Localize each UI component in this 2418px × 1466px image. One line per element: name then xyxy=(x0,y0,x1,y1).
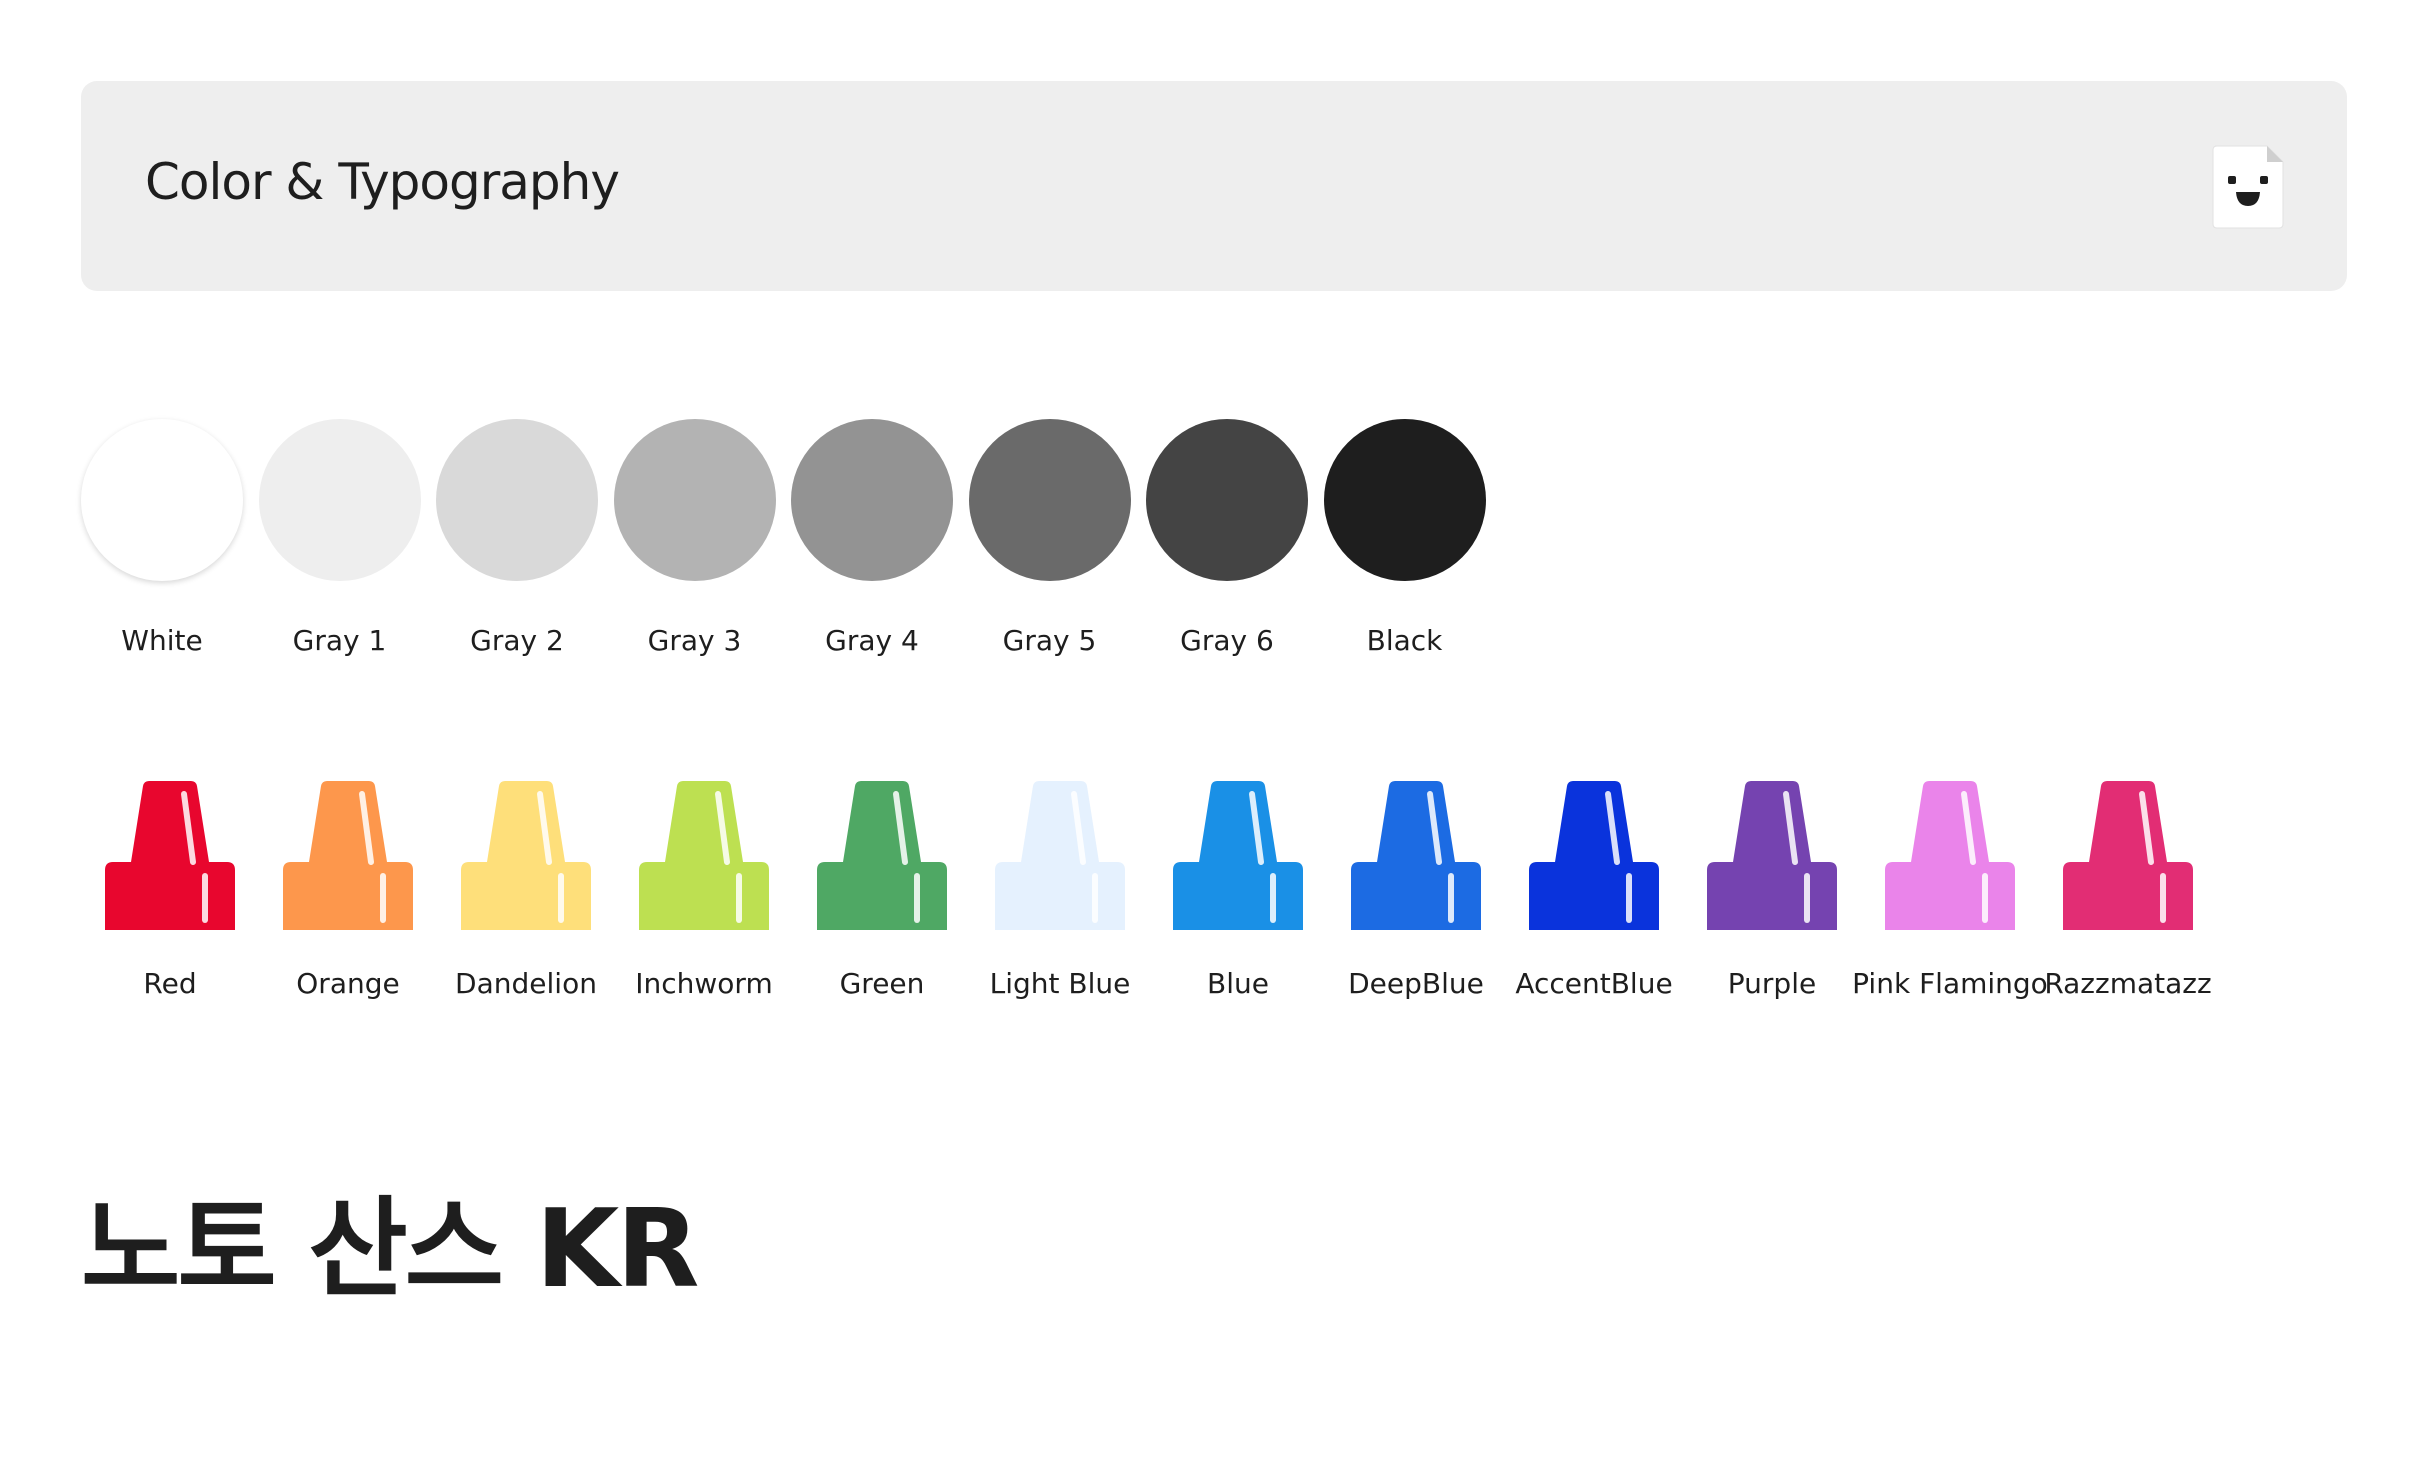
crayon-red[interactable]: Red xyxy=(81,780,259,1070)
swatch-gray-4[interactable]: Gray 4 xyxy=(791,419,953,659)
swatch-label: Black xyxy=(1366,624,1443,657)
smiling-document-icon[interactable] xyxy=(2211,144,2285,230)
crayon-icon xyxy=(1351,781,1481,930)
swatch-white[interactable]: White xyxy=(81,419,243,659)
crayon-purple[interactable]: Purple xyxy=(1683,780,1861,1070)
swatch-gray-1[interactable]: Gray 1 xyxy=(258,419,421,659)
crayon-icon xyxy=(1529,781,1659,930)
crayon-label: DeepBlue xyxy=(1348,967,1484,1000)
crayon-label: Dandelion xyxy=(455,967,597,1000)
crayon-icon xyxy=(1707,781,1837,930)
page-title: Color & Typography xyxy=(145,153,620,211)
crayon-deepblue[interactable]: DeepBlue xyxy=(1327,780,1505,1070)
crayon-label: AccentBlue xyxy=(1515,967,1673,1000)
swatch-gray-6[interactable]: Gray 6 xyxy=(1146,419,1308,659)
crayon-label: Green xyxy=(839,967,925,1000)
swatch-circle xyxy=(258,419,421,581)
crayon-orange[interactable]: Orange xyxy=(259,780,437,1070)
crayon-icon xyxy=(283,781,413,930)
crayon-icon xyxy=(1173,781,1303,930)
crayon-label: Razzmatazz xyxy=(2044,967,2212,1000)
crayon-accentblue[interactable]: AccentBlue xyxy=(1505,780,1683,1070)
swatch-gray-2[interactable]: Gray 2 xyxy=(436,419,598,659)
crayon-pink-flamingo[interactable]: Pink Flamingo xyxy=(1852,780,2048,1070)
font-name-heading: 노토 산스 KR xyxy=(81,1187,699,1312)
swatch-gray-5[interactable]: Gray 5 xyxy=(968,419,1131,659)
swatch-circle xyxy=(1146,419,1308,581)
crayon-icon xyxy=(995,781,1125,930)
crayon-label: Blue xyxy=(1207,967,1269,1000)
swatch-circle xyxy=(81,419,243,581)
crayon-light-blue[interactable]: Light Blue xyxy=(971,780,1149,1070)
grayscale-palette: White Gray 1 Gray 2 Gray 3 Gray 4 Gray 5 Gray … xyxy=(81,419,1486,669)
crayon-icon xyxy=(461,781,591,930)
crayon-inchworm[interactable]: Inchworm xyxy=(615,780,793,1070)
crayon-blue[interactable]: Blue xyxy=(1149,780,1327,1070)
swatch-circle xyxy=(613,419,776,581)
crayon-dandelion[interactable]: Dandelion xyxy=(437,780,615,1070)
swatch-circle xyxy=(1323,419,1486,581)
crayon-label: Light Blue xyxy=(989,967,1131,1000)
crayon-green[interactable]: Green xyxy=(793,780,971,1070)
header-banner: Color & Typography xyxy=(81,81,2347,291)
crayon-icon xyxy=(639,781,769,930)
crayon-label: Pink Flamingo xyxy=(1852,967,2048,1000)
crayon-label: Red xyxy=(143,967,197,1000)
crayon-icon xyxy=(1885,781,2015,930)
crayon-icon xyxy=(105,781,235,930)
crayon-icon xyxy=(817,781,947,930)
crayon-label: Purple xyxy=(1727,967,1817,1000)
crayon-label: Orange xyxy=(296,967,400,1000)
swatch-gray-3[interactable]: Gray 3 xyxy=(613,419,776,659)
crayon-icon xyxy=(2063,781,2193,930)
crayon-razzmatazz[interactable]: Razzmatazz xyxy=(2039,780,2217,1070)
swatch-black[interactable]: Black xyxy=(1323,419,1486,659)
swatch-circle xyxy=(968,419,1131,581)
swatch-circle xyxy=(791,419,953,581)
crayon-palette: Red Orange Dandelion Inchworm Green Light Blu… xyxy=(81,780,2331,1080)
swatch-circle xyxy=(436,419,598,581)
crayon-label: Inchworm xyxy=(635,967,773,1000)
